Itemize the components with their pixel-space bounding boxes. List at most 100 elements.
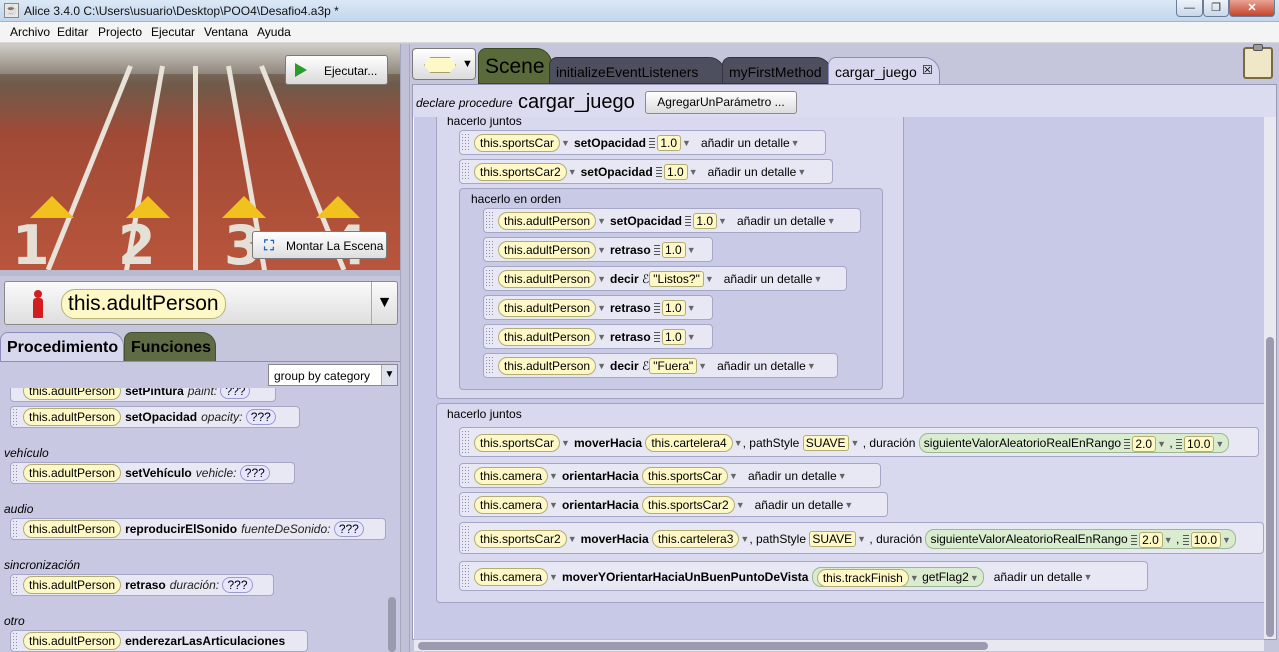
dropdown-icon[interactable]: ▼ bbox=[729, 471, 738, 481]
procedures-scrollbar[interactable] bbox=[388, 597, 396, 652]
add-detail[interactable]: añadir un detalle bbox=[755, 498, 844, 512]
procedure-tile[interactable]: this.adultPerson retraso duración: ??? bbox=[10, 574, 274, 596]
drag-handle[interactable] bbox=[485, 327, 494, 346]
group-by-select[interactable]: group by category ▼ bbox=[268, 364, 398, 386]
dropdown-icon[interactable]: ▼ bbox=[597, 274, 606, 284]
statement[interactable]: this.adultPerson ▼ retraso 1.0 ▼ bbox=[483, 324, 713, 349]
drag-handle[interactable] bbox=[461, 495, 470, 514]
dropdown-icon[interactable]: ▼ bbox=[736, 500, 745, 510]
dropdown-icon[interactable]: ▼ bbox=[549, 572, 558, 582]
dropdown-icon[interactable]: ▼ bbox=[850, 438, 859, 448]
dropdown-icon[interactable]: ▼ bbox=[910, 573, 919, 583]
drag-handle[interactable] bbox=[485, 240, 494, 259]
dropdown-icon[interactable]: ▼ bbox=[1157, 439, 1166, 449]
dropdown-icon[interactable]: ▼ bbox=[597, 361, 606, 371]
editor-vertical-scrollbar[interactable] bbox=[1264, 117, 1276, 639]
editor-horizontal-scrollbar[interactable] bbox=[414, 639, 1264, 651]
statement[interactable]: this.adultPerson ▼ decir ℰ "Listos?" ▼ añadir… bbox=[483, 266, 847, 291]
dropdown-icon[interactable]: ▼ bbox=[827, 216, 836, 226]
dropdown-icon[interactable]: ▼ bbox=[857, 534, 866, 544]
dropdown-icon[interactable]: ▼ bbox=[568, 534, 577, 544]
dropdown-icon[interactable]: ▼ bbox=[698, 361, 707, 371]
drag-handle[interactable] bbox=[485, 298, 494, 317]
drag-handle[interactable] bbox=[461, 466, 470, 485]
dropdown-icon[interactable]: ▼ bbox=[597, 332, 606, 342]
dropdown-icon[interactable]: ▼ bbox=[1164, 535, 1173, 545]
dropdown-icon[interactable]: ▼ bbox=[705, 274, 714, 284]
close-button[interactable]: ✕ bbox=[1229, 0, 1275, 17]
menu-ventana[interactable]: Ventana bbox=[204, 25, 248, 39]
menu-archivo[interactable]: Archivo bbox=[10, 25, 50, 39]
tab-my-first-method[interactable]: myFirstMethod bbox=[722, 57, 832, 84]
procedure-tile[interactable]: this.adultPerson setOpacidad opacity: ??? bbox=[10, 406, 300, 428]
dropdown-icon[interactable]: ▼ bbox=[813, 274, 822, 284]
drag-handle[interactable] bbox=[12, 520, 18, 538]
dropdown-icon[interactable]: ▼ bbox=[718, 216, 727, 226]
minimize-button[interactable]: — bbox=[1176, 0, 1203, 17]
dropdown-arrow-icon[interactable]: ▼ bbox=[371, 282, 397, 324]
dropdown-icon[interactable]: ▼ bbox=[689, 167, 698, 177]
dropdown-icon[interactable]: ▼ bbox=[687, 303, 696, 313]
maximize-button[interactable]: ❐ bbox=[1203, 0, 1229, 17]
statement[interactable]: this.adultPerson ▼ retraso 1.0 ▼ bbox=[483, 237, 713, 262]
dropdown-icon[interactable]: ▼ bbox=[682, 138, 691, 148]
dropdown-icon[interactable]: ▼ bbox=[561, 438, 570, 448]
scroll-thumb[interactable] bbox=[418, 642, 988, 650]
drag-handle[interactable] bbox=[461, 162, 470, 181]
procedure-tile[interactable]: this.adultPerson setVehículo vehicle: ??? bbox=[10, 462, 295, 484]
dropdown-icon[interactable]: ▼ bbox=[597, 303, 606, 313]
statement[interactable]: this.sportsCar ▼ moverHacia this.cartelera… bbox=[459, 427, 1259, 457]
drag-handle[interactable] bbox=[12, 632, 18, 650]
menu-ayuda[interactable]: Ayuda bbox=[257, 25, 291, 39]
drag-handle[interactable] bbox=[12, 408, 18, 426]
drag-handle[interactable] bbox=[485, 269, 494, 288]
menu-ejecutar[interactable]: Ejecutar bbox=[151, 25, 195, 39]
procedure-tile[interactable]: this.adultPerson reproducirElSonido fuente… bbox=[10, 518, 386, 540]
statement[interactable]: this.sportsCar2 ▼ setOpacidad 1.0 ▼ añadir u… bbox=[459, 159, 833, 184]
dropdown-icon[interactable]: ▼ bbox=[597, 216, 606, 226]
dropdown-icon[interactable]: ▼ bbox=[791, 138, 800, 148]
tab-funciones[interactable]: Funciones bbox=[124, 332, 216, 362]
dropdown-icon[interactable]: ▼ bbox=[807, 361, 816, 371]
tab-procedimiento[interactable]: Procedimiento bbox=[0, 332, 124, 362]
statement[interactable]: this.adultPerson ▼ retraso 1.0 ▼ bbox=[483, 295, 713, 320]
procedure-tile[interactable]: this.adultPerson enderezarLasArticulacion… bbox=[10, 630, 308, 652]
statement[interactable]: this.camera ▼ moverYOrientarHaciaUnBuenPun… bbox=[459, 561, 1148, 591]
dropdown-icon[interactable]: ▼ bbox=[970, 573, 979, 583]
dropdown-icon[interactable]: ▼ bbox=[740, 534, 749, 544]
add-detail[interactable]: añadir un detalle bbox=[994, 570, 1083, 584]
horizontal-splitter[interactable] bbox=[0, 270, 400, 276]
add-detail[interactable]: añadir un detalle bbox=[737, 214, 826, 228]
close-tab-icon[interactable]: ☒ bbox=[922, 63, 933, 77]
statement[interactable]: this.sportsCar2 ▼ moverHacia this.carteler… bbox=[459, 522, 1264, 554]
tab-initialize-event-listeners[interactable]: initializeEventListeners bbox=[549, 57, 725, 84]
vertical-splitter[interactable] bbox=[400, 44, 410, 652]
drag-handle[interactable] bbox=[485, 211, 494, 230]
dropdown-icon[interactable]: ▼ bbox=[568, 167, 577, 177]
statement[interactable]: this.camera ▼ orientarHacia this.sportsCar… bbox=[459, 492, 888, 517]
statement[interactable]: this.sportsCar ▼ setOpacidad 1.0 ▼ añadir un… bbox=[459, 130, 826, 155]
add-detail[interactable]: añadir un detalle bbox=[717, 359, 806, 373]
add-detail[interactable]: añadir un detalle bbox=[748, 469, 837, 483]
statement[interactable]: this.adultPerson ▼ setOpacidad 1.0 ▼ añadir … bbox=[483, 208, 861, 233]
drag-handle[interactable] bbox=[12, 464, 18, 482]
clipboard-icon[interactable] bbox=[1243, 44, 1273, 79]
type-selector-button[interactable]: ▼ bbox=[412, 48, 476, 80]
tab-cargar-juego[interactable]: cargar_juego ☒ bbox=[828, 57, 940, 85]
add-detail[interactable]: añadir un detalle bbox=[724, 272, 813, 286]
drag-handle[interactable] bbox=[461, 564, 470, 588]
dropdown-icon[interactable]: ▼ bbox=[561, 138, 570, 148]
add-detail[interactable]: añadir un detalle bbox=[701, 136, 790, 150]
scroll-thumb[interactable] bbox=[1266, 337, 1274, 637]
menu-editar[interactable]: Editar bbox=[57, 25, 88, 39]
run-button[interactable]: Ejecutar... bbox=[285, 55, 388, 85]
setup-scene-button[interactable]: ⛶ Montar La Escena bbox=[252, 231, 387, 259]
menu-projecto[interactable]: Projecto bbox=[98, 25, 142, 39]
dropdown-icon[interactable]: ▼ bbox=[1222, 535, 1231, 545]
dropdown-icon[interactable]: ▼ bbox=[549, 471, 558, 481]
dropdown-icon[interactable]: ▼ bbox=[838, 471, 847, 481]
drag-handle[interactable] bbox=[461, 525, 470, 551]
dropdown-icon[interactable]: ▼ bbox=[797, 167, 806, 177]
drag-handle[interactable] bbox=[12, 576, 18, 594]
dropdown-icon[interactable]: ▼ bbox=[734, 438, 743, 448]
